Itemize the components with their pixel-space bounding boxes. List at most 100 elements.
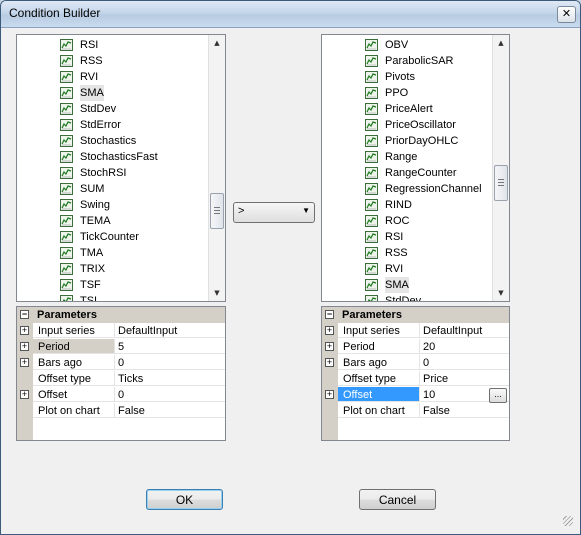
list-item-label: StdDev <box>80 103 117 115</box>
resize-grip-icon[interactable] <box>563 516 573 526</box>
indicator-chart-icon <box>60 215 73 227</box>
indicator-chart-icon <box>60 231 73 243</box>
operator-dropdown[interactable]: > ▼ <box>233 202 315 223</box>
scroll-down-arrow-icon[interactable]: ▼ <box>493 285 509 301</box>
left-scroll-thumb[interactable] <box>210 193 224 229</box>
parameter-value[interactable]: 0 <box>115 355 225 370</box>
parameter-name: Input series <box>33 323 115 338</box>
parameter-row[interactable]: + Bars ago 0 <box>322 355 509 371</box>
indicator-chart-icon <box>365 39 378 51</box>
list-item-label: PriorDayOHLC <box>385 135 459 147</box>
list-item-label: TRIX <box>80 263 106 275</box>
indicator-chart-icon <box>60 71 73 83</box>
list-item-label: RSS <box>80 55 103 67</box>
plus-box-icon[interactable]: + <box>325 342 334 351</box>
parameter-row[interactable]: + Period 20 <box>322 339 509 355</box>
list-item-label: SMA <box>385 277 409 293</box>
list-item-label: StdError <box>80 119 121 131</box>
list-item-label: RangeCounter <box>385 167 457 179</box>
parameter-row[interactable]: + Offset 10... <box>322 387 509 403</box>
indicator-chart-icon <box>60 119 73 131</box>
scroll-up-arrow-icon[interactable]: ▲ <box>209 35 225 51</box>
indicator-chart-icon <box>365 215 378 227</box>
plus-box-icon[interactable]: + <box>325 326 334 335</box>
plus-box-icon[interactable]: + <box>325 358 334 367</box>
indicator-chart-icon <box>365 151 378 163</box>
parameter-row[interactable]: + Offset 0 <box>17 387 225 403</box>
scroll-down-arrow-icon[interactable]: ▼ <box>209 285 225 301</box>
parameter-name: Plot on chart <box>33 403 115 418</box>
indicator-chart-icon <box>365 231 378 243</box>
parameter-row[interactable]: + Input series DefaultInput <box>322 323 509 339</box>
parameters-header[interactable]: − Parameters <box>17 307 225 323</box>
list-item-label: RVI <box>80 71 99 83</box>
parameter-value[interactable]: DefaultInput <box>115 323 225 338</box>
parameter-value[interactable]: 0 <box>420 355 509 370</box>
plus-box-icon[interactable]: + <box>20 390 29 399</box>
left-list-scrollbar[interactable]: ▲ ▼ <box>208 35 225 301</box>
parameter-row[interactable]: + Input series DefaultInput <box>17 323 225 339</box>
list-item-label: PriceOscillator <box>385 119 456 131</box>
parameter-value[interactable]: Ticks <box>115 371 225 386</box>
list-item-label: TEMA <box>80 215 111 227</box>
parameter-row[interactable]: + Period 5 <box>17 339 225 355</box>
right-list-scrollbar[interactable]: ▲ ▼ <box>492 35 509 301</box>
parameter-value[interactable]: Price <box>420 371 509 386</box>
parameter-name: Offset type <box>338 371 420 386</box>
parameter-row[interactable]: Plot on chart False <box>17 403 225 419</box>
minus-box-icon[interactable]: − <box>325 310 334 319</box>
right-scroll-thumb[interactable] <box>494 165 508 201</box>
list-item-label: TSF <box>80 279 101 291</box>
title-bar[interactable]: Condition Builder ✕ <box>1 1 580 28</box>
parameter-name: Bars ago <box>33 355 115 370</box>
parameters-header-label: Parameters <box>342 309 402 321</box>
parameter-value[interactable]: False <box>115 403 225 418</box>
indicator-chart-icon <box>365 183 378 195</box>
plus-box-icon[interactable]: + <box>325 390 334 399</box>
list-item-label: TMA <box>80 247 104 259</box>
parameter-value[interactable]: False <box>420 403 509 418</box>
indicator-chart-icon <box>365 135 378 147</box>
list-item-label: StochRSI <box>80 167 127 179</box>
parameter-name: Offset <box>33 387 115 402</box>
indicator-chart-icon <box>60 263 73 275</box>
right-indicator-list[interactable]: StdDev SMA RVI RSS RSI ROC RIND RegressionChann… <box>321 34 510 302</box>
list-item-label: PPO <box>385 87 409 99</box>
minus-box-icon[interactable]: − <box>20 310 29 319</box>
list-item-label: OBV <box>385 39 409 51</box>
parameters-header[interactable]: − Parameters <box>322 307 509 323</box>
parameter-row[interactable]: Offset type Ticks <box>17 371 225 387</box>
indicator-chart-icon <box>365 247 378 259</box>
scroll-up-arrow-icon[interactable]: ▲ <box>493 35 509 51</box>
ellipsis-button[interactable]: ... <box>489 388 507 403</box>
parameter-name: Plot on chart <box>338 403 420 418</box>
close-button[interactable]: ✕ <box>557 6 576 23</box>
indicator-chart-icon <box>365 119 378 131</box>
list-item-label: RSI <box>385 231 404 243</box>
condition-builder-window: Condition Builder ✕ TSI TSF TRIX TMA TickCou… <box>0 0 581 535</box>
right-parameters-grid: − Parameters + Input series DefaultInput + Per… <box>321 306 510 441</box>
parameter-value[interactable]: 20 <box>420 339 509 354</box>
list-item-label: TSI <box>80 295 98 302</box>
parameter-value[interactable]: 5 <box>115 339 225 354</box>
parameter-row[interactable]: Offset type Price <box>322 371 509 387</box>
indicator-chart-icon <box>365 87 378 99</box>
indicator-chart-icon <box>60 295 73 301</box>
indicator-chart-icon <box>60 151 73 163</box>
parameter-value[interactable]: DefaultInput <box>420 323 509 338</box>
list-item-label: Pivots <box>385 71 415 83</box>
list-item-label: RSS <box>385 247 408 259</box>
plus-box-icon[interactable]: + <box>20 326 29 335</box>
parameter-row[interactable]: Plot on chart False <box>322 403 509 419</box>
cancel-button[interactable]: Cancel <box>359 489 436 510</box>
indicator-chart-icon <box>60 103 73 115</box>
list-item-label: RegressionChannel <box>385 183 482 195</box>
parameter-value[interactable]: 0 <box>115 387 225 402</box>
plus-box-icon[interactable]: + <box>20 342 29 351</box>
list-item-label: Stochastics <box>80 135 137 147</box>
parameter-row[interactable]: + Bars ago 0 <box>17 355 225 371</box>
ok-button[interactable]: OK <box>146 489 223 510</box>
parameter-name: Offset <box>338 387 420 402</box>
plus-box-icon[interactable]: + <box>20 358 29 367</box>
left-indicator-list[interactable]: TSI TSF TRIX TMA TickCounter TEMA Swing SUM Stoc… <box>16 34 226 302</box>
